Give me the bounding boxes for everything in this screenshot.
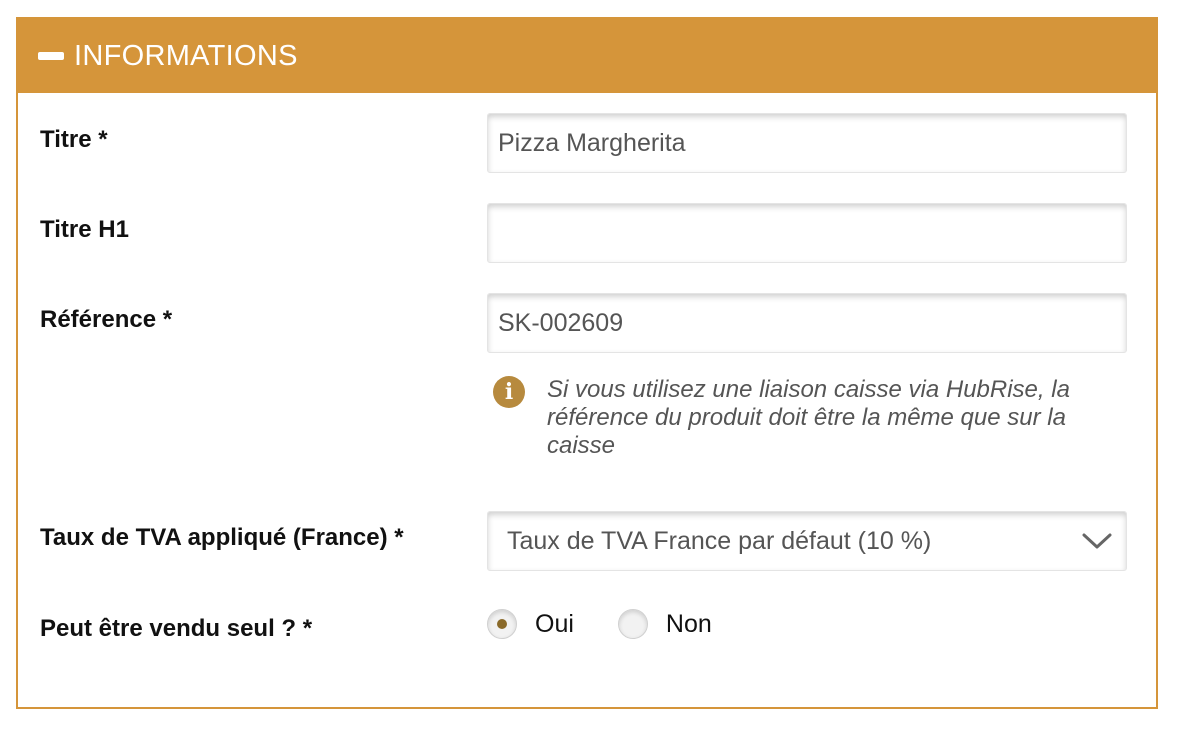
reference-input[interactable] [487,293,1127,353]
radio-non[interactable] [617,609,648,639]
info-icon: i [493,376,525,408]
radio-oui[interactable] [487,609,517,639]
titre-h1-label: Titre H1 [40,216,129,243]
chevron-down-icon [1082,533,1112,549]
panel-header-toggle[interactable]: INFORMATIONS [18,19,1156,93]
tva-select[interactable]: Taux de TVA France par défaut (10 %) [487,511,1127,571]
tva-selected-value: Taux de TVA France par défaut (10 %) [507,526,932,555]
radio-selected-dot [497,619,507,629]
vendu-seul-label: Peut être vendu seul ? * [40,615,313,642]
radio-option-oui[interactable]: Oui [487,609,574,639]
titre-h1-input[interactable] [487,203,1127,263]
vendu-seul-radio-group: Oui Non [487,609,756,639]
informations-panel: INFORMATIONS Titre * Titre H1 Référence … [16,17,1158,709]
reference-help-text: Si vous utilisez une liaison caisse via … [547,376,1070,459]
tva-label: Taux de TVA appliqué (France) * [40,524,404,551]
panel-title: INFORMATIONS [74,39,298,72]
titre-label: Titre * [40,126,108,153]
titre-input[interactable] [487,113,1127,173]
radio-option-non[interactable]: Non [617,609,712,639]
radio-label-oui: Oui [535,609,574,638]
reference-label: Référence * [40,306,173,333]
minus-icon[interactable] [38,52,64,60]
radio-label-non: Non [665,609,712,638]
